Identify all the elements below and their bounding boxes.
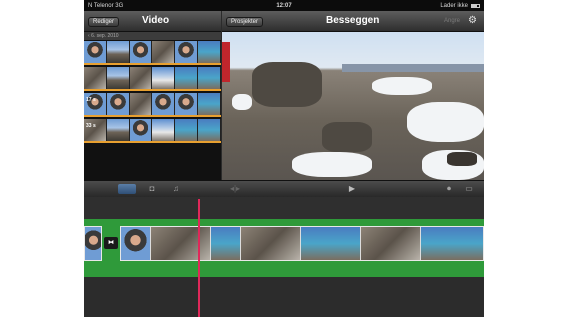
- project-header: Prosjekter Besseggen Angre ⚙: [222, 11, 484, 32]
- timeline-clip[interactable]: [84, 226, 102, 261]
- music-note-icon[interactable]: ♫: [170, 184, 182, 194]
- battery-icon: [471, 3, 480, 8]
- video-clip-strip[interactable]: 17 s: [84, 93, 221, 117]
- projects-button[interactable]: Prosjekter: [226, 17, 264, 27]
- record-camera-icon[interactable]: ▭: [462, 184, 476, 194]
- video-library-panel: ‹ 6. sep. 2010 17 s 33 s: [84, 32, 221, 180]
- transition-icon[interactable]: ⧓: [104, 237, 118, 249]
- play-icon[interactable]: ▶: [346, 184, 358, 194]
- video-preview: [222, 32, 484, 180]
- undo-button[interactable]: Angre: [444, 18, 460, 24]
- video-clip-strip[interactable]: [84, 67, 221, 91]
- gear-icon[interactable]: ⚙: [468, 15, 477, 26]
- ipad-screen: N Telenor 3G 12:07 Lader ikke Rediger Vi…: [84, 0, 484, 317]
- clip-duration-label: 17 s: [86, 97, 96, 103]
- microphone-icon[interactable]: ⏺: [444, 184, 454, 194]
- camera-icon[interactable]: ◘: [146, 184, 158, 194]
- video-clip-strip[interactable]: [84, 41, 221, 65]
- media-browser-header: Rediger Video: [84, 11, 221, 32]
- status-bar: N Telenor 3G 12:07 Lader ikke: [84, 0, 484, 11]
- project-timeline[interactable]: ⧓: [84, 197, 484, 317]
- video-filmstrip-icon[interactable]: [118, 184, 136, 194]
- edit-button[interactable]: Rediger: [88, 17, 120, 27]
- timeline-playhead[interactable]: [198, 199, 200, 317]
- project-title: Besseggen: [326, 15, 380, 26]
- media-browser-title: Video: [142, 15, 170, 26]
- hiker-figure: [222, 42, 230, 82]
- timeline-clip[interactable]: [120, 226, 484, 261]
- audio-levels-icon[interactable]: ◂|▸: [228, 184, 242, 194]
- video-clip-strip[interactable]: 33 s: [84, 119, 221, 143]
- clip-duration-label: 33 s: [86, 123, 96, 129]
- date-group-header: ‹ 6. sep. 2010: [84, 32, 221, 40]
- chevron-left-icon: ‹: [88, 33, 90, 39]
- clock-text: 12:07: [276, 2, 292, 9]
- distant-mountains: [342, 64, 484, 72]
